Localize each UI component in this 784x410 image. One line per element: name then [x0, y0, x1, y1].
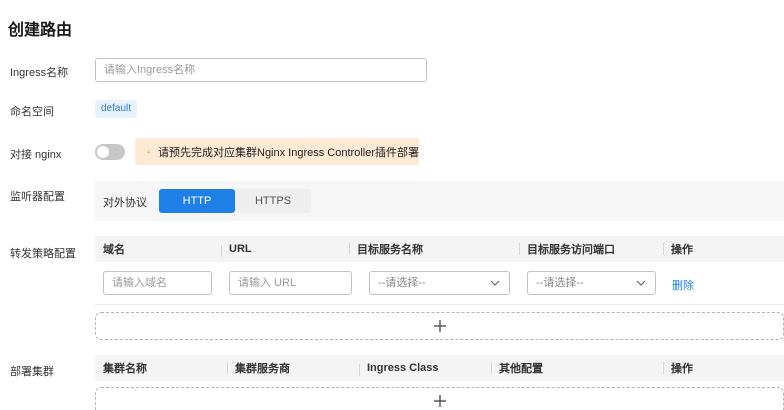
column-header: 集群名称	[103, 363, 147, 375]
warning-icon	[147, 150, 150, 153]
column-header: 目标服务名称	[349, 241, 519, 257]
target-port-select-value: --请选择--	[536, 277, 584, 289]
namespace-label: 命名空间	[10, 106, 54, 118]
add-cluster-button[interactable]	[95, 387, 784, 410]
nginx-warning-banner: 请预先完成对应集群Nginx Ingress Controller插件部署	[135, 138, 419, 165]
protocol-switch: HTTP HTTPS	[159, 189, 311, 213]
nginx-toggle[interactable]	[95, 144, 125, 160]
target-service-select[interactable]: --请选择--	[369, 271, 510, 295]
column-header: Ingress Class	[359, 362, 491, 376]
clusters-label: 部署集群	[10, 366, 54, 378]
column-header: 域名	[103, 244, 125, 256]
row-divider	[95, 304, 784, 305]
chevron-down-icon	[636, 280, 646, 286]
plus-icon	[433, 320, 446, 332]
namespace-tag: default	[95, 100, 138, 118]
column-header: 集群服务商	[227, 360, 359, 376]
protocol-https-button[interactable]: HTTPS	[235, 189, 311, 213]
column-header: 操作	[663, 241, 784, 257]
column-header: 操作	[663, 360, 784, 376]
nginx-label: 对接 nginx	[10, 149, 62, 161]
column-header: URL	[221, 243, 349, 257]
column-header: 其他配置	[491, 360, 663, 376]
domain-input[interactable]	[103, 271, 212, 295]
add-forwarding-rule-button[interactable]	[95, 312, 784, 340]
page-title: 创建路由	[8, 22, 73, 39]
clusters-table-header: 集群名称 集群服务商 Ingress Class 其他配置 操作	[95, 355, 784, 381]
column-header: 目标服务访问端口	[519, 241, 663, 257]
forwarding-table-header: 域名 URL 目标服务名称 目标服务访问端口 操作	[95, 236, 784, 262]
target-service-select-value: --请选择--	[378, 277, 426, 289]
listener-label: 监听器配置	[10, 191, 65, 203]
listener-panel: 对外协议 HTTP HTTPS	[95, 181, 784, 221]
warning-text: 请预先完成对应集群Nginx Ingress Controller插件部署	[158, 146, 419, 159]
ingress-name-label: Ingress名称	[10, 67, 69, 79]
protocol-label: 对外协议	[103, 197, 147, 209]
chevron-down-icon	[490, 280, 500, 286]
delete-row-link[interactable]: 删除	[672, 277, 694, 293]
target-port-select[interactable]: --请选择--	[527, 271, 656, 295]
plus-icon	[433, 395, 446, 407]
toggle-knob	[97, 146, 109, 158]
protocol-http-button[interactable]: HTTP	[159, 189, 235, 213]
forwarding-label: 转发策略配置	[10, 248, 76, 260]
ingress-name-input[interactable]	[95, 58, 427, 82]
url-input[interactable]	[229, 271, 352, 295]
